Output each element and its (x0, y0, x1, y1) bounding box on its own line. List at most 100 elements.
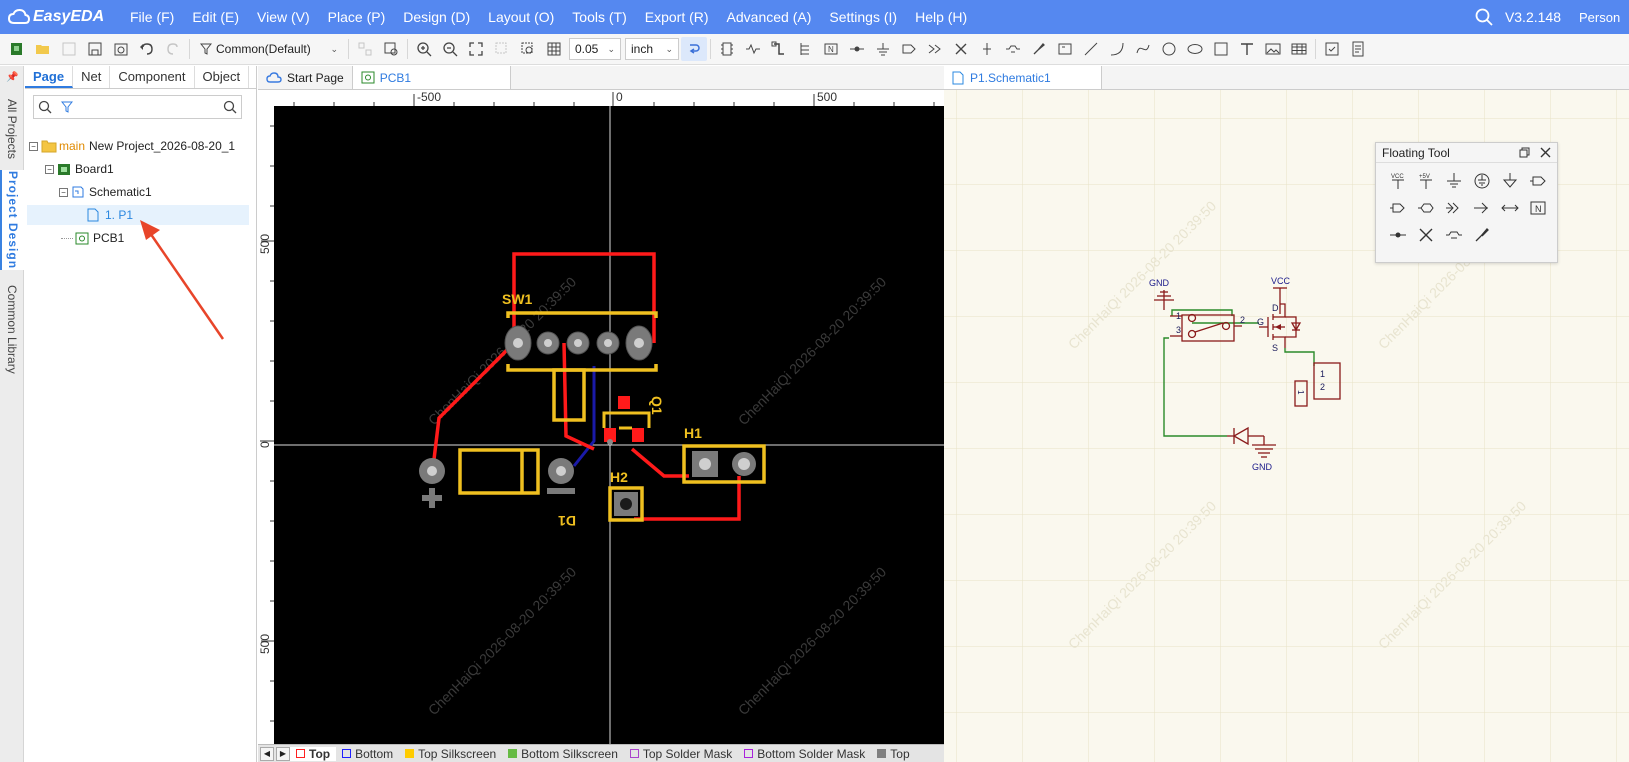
zoom-area-icon[interactable] (515, 37, 541, 61)
menu-place[interactable]: Place (P) (328, 9, 386, 25)
fit-view-icon[interactable] (463, 37, 489, 61)
tab-start-page[interactable]: Start Page (258, 66, 353, 89)
diff-pair-icon[interactable] (1000, 37, 1026, 61)
tab-p1-schematic1[interactable]: P1.Schematic1 (944, 66, 1102, 89)
search-submit-icon[interactable] (219, 100, 241, 114)
save-icon[interactable] (56, 37, 82, 61)
pcb-canvas[interactable]: ChenHaiQi 2026-08-20 20:39:50 ChenHaiQi … (274, 106, 944, 744)
menu-advanced[interactable]: Advanced (A) (727, 9, 812, 25)
redo-icon[interactable] (160, 37, 186, 61)
junction-icon[interactable] (844, 37, 870, 61)
layer-top-solder-mask[interactable]: Top Solder Mask (624, 747, 738, 761)
bus-entry-icon[interactable] (1468, 194, 1496, 221)
layer-scroll-right-icon[interactable]: ▶ (276, 746, 290, 761)
ground-icon[interactable] (870, 37, 896, 61)
wire-icon[interactable] (1468, 221, 1496, 248)
signal-ground-icon[interactable] (1496, 167, 1524, 194)
layer-scroll-left-icon[interactable]: ◀ (260, 746, 274, 761)
netflag-icon[interactable] (922, 37, 948, 61)
text-frame-icon[interactable] (1052, 37, 1078, 61)
probe-icon[interactable] (1026, 37, 1052, 61)
menu-help[interactable]: Help (H) (915, 9, 967, 25)
menu-edit[interactable]: Edit (E) (192, 9, 239, 25)
menu-tools[interactable]: Tools (T) (572, 9, 626, 25)
floating-tool-panel[interactable]: Floating Tool VCC +5V N (1375, 142, 1558, 263)
pin-icon[interactable] (974, 37, 1000, 61)
zoom-selection-icon[interactable] (489, 37, 515, 61)
save-all-icon[interactable] (82, 37, 108, 61)
tab-net[interactable]: Net (73, 66, 111, 88)
net-port-out-icon[interactable] (1524, 167, 1552, 194)
layer-top-silkscreen[interactable]: Top Silkscreen (399, 747, 502, 761)
search-icon[interactable] (1475, 8, 1493, 26)
snapshot-icon[interactable] (108, 37, 134, 61)
bezier-icon[interactable] (1130, 37, 1156, 61)
bus-entry-icon[interactable] (792, 37, 818, 61)
tree-schematic[interactable]: − Schematic1 (59, 182, 152, 202)
layer-bottom-silkscreen[interactable]: Bottom Silkscreen (502, 747, 624, 761)
tab-project-design[interactable]: Project Design (0, 170, 24, 270)
new-project-icon[interactable] (4, 37, 30, 61)
layer-bottom-solder-mask[interactable]: Bottom Solder Mask (738, 747, 871, 761)
restore-window-icon[interactable] (1519, 147, 1530, 158)
search-icon[interactable] (34, 100, 56, 114)
arc-icon[interactable] (1104, 37, 1130, 61)
undo-icon[interactable] (134, 37, 160, 61)
line-icon[interactable] (1078, 37, 1104, 61)
menu-design[interactable]: Design (D) (403, 9, 470, 25)
menu-layout[interactable]: Layout (O) (488, 9, 554, 25)
filter-select[interactable]: Common(Default) ⌄ (195, 38, 343, 60)
no-connect-icon[interactable] (948, 37, 974, 61)
collapse-icon[interactable]: − (59, 187, 68, 197)
plus5v-icon[interactable]: +5V (1412, 167, 1440, 194)
ground-icon[interactable] (1440, 167, 1468, 194)
collapse-icon[interactable]: − (45, 164, 54, 174)
component-icon[interactable] (714, 37, 740, 61)
tab-object[interactable]: Object (195, 66, 250, 88)
tree-project[interactable]: − main New Project_2026-08-20_1 (29, 136, 253, 156)
menu-settings[interactable]: Settings (I) (829, 9, 897, 25)
tab-page[interactable]: Page (25, 66, 74, 88)
wire-icon[interactable] (740, 37, 766, 61)
close-icon[interactable] (1540, 147, 1551, 158)
collapse-icon[interactable]: − (29, 141, 38, 151)
zoom-out-icon[interactable] (437, 37, 463, 61)
probe-icon[interactable] (1440, 221, 1468, 248)
zoom-in-icon[interactable] (411, 37, 437, 61)
tab-component[interactable]: Component (110, 66, 195, 88)
tab-common-library[interactable]: Common Library (0, 276, 24, 382)
no-connect-icon[interactable] (1412, 221, 1440, 248)
menu-file[interactable]: File (F) (130, 9, 174, 25)
menu-export[interactable]: Export (R) (645, 9, 709, 25)
ellipse-icon[interactable] (1182, 37, 1208, 61)
bus-icon[interactable] (766, 37, 792, 61)
layer-bottom[interactable]: Bottom (336, 747, 399, 761)
netport-icon[interactable] (896, 37, 922, 61)
grid-icon[interactable] (541, 37, 567, 61)
net-flag-icon[interactable] (1440, 194, 1468, 221)
cross-probe-icon[interactable] (378, 37, 404, 61)
snap-icon[interactable] (681, 37, 707, 61)
filter-icon[interactable] (56, 101, 78, 113)
tree-pcb[interactable]: PCB1 (61, 228, 124, 248)
net-port-in-icon[interactable] (1384, 194, 1412, 221)
tree-board[interactable]: − Board1 (45, 159, 114, 179)
junction-icon[interactable] (1384, 221, 1412, 248)
design-check-icon[interactable] (1319, 37, 1345, 61)
menu-view[interactable]: View (V) (257, 9, 310, 25)
vcc-icon[interactable]: VCC (1384, 167, 1412, 194)
ac-icon[interactable] (1496, 194, 1524, 221)
image-icon[interactable] (1260, 37, 1286, 61)
netlabel-icon[interactable]: N (818, 37, 844, 61)
pin-icon[interactable]: 📌 (6, 72, 18, 83)
layer-top-paste[interactable]: Top (871, 747, 915, 761)
user-account[interactable]: Person (1579, 10, 1629, 25)
align-icon[interactable] (352, 37, 378, 61)
text-icon[interactable] (1234, 37, 1260, 61)
open-folder-icon[interactable] (30, 37, 56, 61)
layer-top[interactable]: Top (290, 746, 337, 761)
page-search-input[interactable] (78, 97, 219, 117)
netlabel-icon[interactable]: N (1524, 194, 1552, 221)
tab-pcb1[interactable]: PCB1 (352, 66, 511, 89)
grid-size-select[interactable]: 0.05 ⌄ (569, 38, 621, 60)
